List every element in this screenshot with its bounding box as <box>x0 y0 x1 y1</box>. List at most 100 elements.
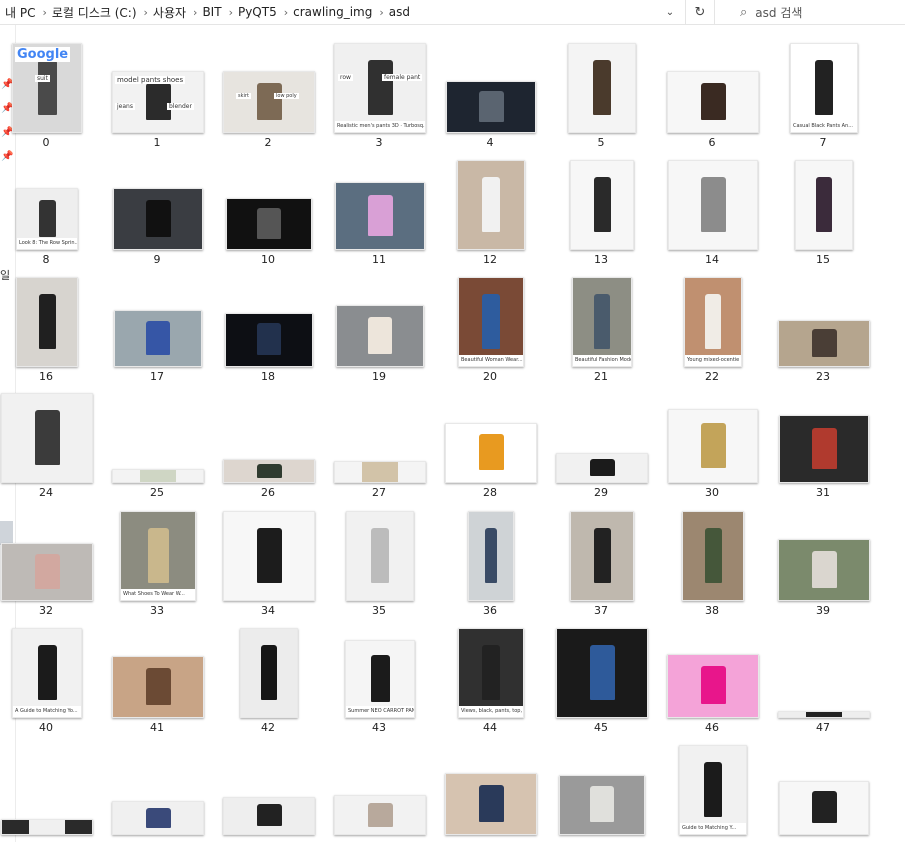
breadcrumb-item[interactable]: 내 PC <box>5 4 35 21</box>
file-name-label[interactable]: 5 <box>550 136 652 149</box>
file-name-label[interactable]: 41 <box>106 721 208 734</box>
breadcrumb-item[interactable]: asd <box>389 5 410 19</box>
file-item[interactable]: Beautiful Fashion Mode... 21 <box>550 277 652 395</box>
file-item[interactable]: 46 <box>661 628 763 746</box>
file-name-label[interactable]: 30 <box>661 486 763 499</box>
file-name-label[interactable]: 38 <box>661 604 763 617</box>
file-item[interactable]: 10 <box>217 160 319 278</box>
file-item[interactable]: Look 8: The Row Sprin... 8 <box>0 160 97 278</box>
file-item[interactable]: 6 <box>661 43 763 161</box>
image-thumbnail[interactable]: model pants shoes jeans blender <box>112 71 204 133</box>
image-thumbnail[interactable] <box>570 160 634 250</box>
file-item[interactable] <box>0 745 97 863</box>
file-name-label[interactable]: 11 <box>328 253 430 266</box>
image-thumbnail[interactable] <box>113 188 203 250</box>
file-name-label[interactable]: 8 <box>0 253 97 266</box>
refresh-icon[interactable]: ↻ <box>685 0 715 24</box>
image-thumbnail[interactable]: Realistic men's pants 3D · Turbosq... row… <box>334 43 426 133</box>
file-name-label[interactable]: 15 <box>772 253 874 266</box>
image-thumbnail[interactable]: Casual Black Pants An... <box>790 43 858 133</box>
file-item[interactable]: 15 <box>772 160 874 278</box>
image-thumbnail[interactable] <box>223 797 315 835</box>
file-name-label[interactable]: 36 <box>439 604 541 617</box>
file-item[interactable]: 16 <box>0 277 97 395</box>
file-name-label[interactable]: 45 <box>550 721 652 734</box>
file-name-label[interactable]: 3 <box>328 136 430 149</box>
image-thumbnail[interactable] <box>795 160 853 250</box>
file-name-label[interactable]: 18 <box>217 370 319 383</box>
file-item[interactable]: 37 <box>550 511 652 629</box>
image-thumbnail[interactable] <box>568 43 636 133</box>
file-item[interactable]: 24 <box>0 393 97 511</box>
file-name-label[interactable]: 31 <box>772 486 874 499</box>
image-thumbnail[interactable] <box>336 305 424 367</box>
image-thumbnail[interactable] <box>112 656 204 718</box>
file-name-label[interactable]: 44 <box>439 721 541 734</box>
file-name-label[interactable]: 17 <box>106 370 208 383</box>
image-thumbnail[interactable]: Look 8: The Row Sprin... <box>16 188 78 250</box>
file-name-label[interactable]: 39 <box>772 604 874 617</box>
file-item[interactable]: model pants shoes jeans blender 1 <box>106 43 208 161</box>
file-item[interactable] <box>328 745 430 863</box>
file-item[interactable]: 25 <box>106 393 208 511</box>
file-name-label[interactable]: 27 <box>328 486 430 499</box>
file-name-label[interactable]: 28 <box>439 486 541 499</box>
file-name-label[interactable]: 24 <box>0 486 97 499</box>
file-item[interactable]: Casual Black Pants An... 7 <box>772 43 874 161</box>
file-name-label[interactable]: 0 <box>0 136 97 149</box>
breadcrumb-item[interactable]: 사용자 <box>153 4 186 21</box>
file-item[interactable]: 45 <box>550 628 652 746</box>
file-item[interactable]: 5 <box>550 43 652 161</box>
image-thumbnail[interactable] <box>778 539 870 601</box>
search-box[interactable]: ⌕ asd 검색 <box>728 0 905 24</box>
image-thumbnail[interactable] <box>667 654 759 718</box>
image-thumbnail[interactable] <box>1 819 93 835</box>
file-item[interactable]: 35 <box>328 511 430 629</box>
image-thumbnail[interactable] <box>779 781 869 835</box>
file-name-label[interactable]: 25 <box>106 486 208 499</box>
file-name-label[interactable]: 40 <box>0 721 97 734</box>
image-thumbnail[interactable]: A Guide to Matching Yo... <box>12 628 82 718</box>
file-name-label[interactable]: 4 <box>439 136 541 149</box>
file-item[interactable]: 42 <box>217 628 319 746</box>
file-name-label[interactable]: 20 <box>439 370 541 383</box>
file-name-label[interactable]: 19 <box>328 370 430 383</box>
file-name-label[interactable]: 6 <box>661 136 763 149</box>
file-name-label[interactable]: 12 <box>439 253 541 266</box>
file-name-label[interactable]: 35 <box>328 604 430 617</box>
file-name-label[interactable]: 33 <box>106 604 208 617</box>
file-item[interactable]: What Shoes To Wear W... 33 <box>106 511 208 629</box>
image-thumbnail[interactable] <box>556 628 648 718</box>
file-name-label[interactable]: 1 <box>106 136 208 149</box>
image-thumbnail[interactable] <box>112 801 204 835</box>
file-item[interactable]: 23 <box>772 277 874 395</box>
image-thumbnail[interactable] <box>16 277 78 367</box>
image-thumbnail[interactable] <box>223 511 315 601</box>
image-thumbnail[interactable]: Google suit <box>12 43 82 133</box>
image-thumbnail[interactable] <box>556 453 648 483</box>
breadcrumb-item[interactable]: BIT <box>202 5 221 19</box>
file-item[interactable] <box>550 745 652 863</box>
image-thumbnail[interactable]: What Shoes To Wear W... <box>120 511 196 601</box>
image-thumbnail[interactable] <box>445 773 537 835</box>
image-thumbnail[interactable] <box>778 320 870 367</box>
image-thumbnail[interactable] <box>682 511 744 601</box>
file-item[interactable]: 12 <box>439 160 541 278</box>
file-name-label[interactable]: 46 <box>661 721 763 734</box>
image-thumbnail[interactable] <box>334 795 426 835</box>
image-thumbnail[interactable]: Beautiful Woman Wear... <box>458 277 524 367</box>
file-name-label[interactable]: 23 <box>772 370 874 383</box>
file-item[interactable]: skirt low poly 2 <box>217 43 319 161</box>
file-item[interactable]: 9 <box>106 160 208 278</box>
file-item[interactable]: 30 <box>661 393 763 511</box>
file-item[interactable]: 28 <box>439 393 541 511</box>
file-item[interactable]: 29 <box>550 393 652 511</box>
image-thumbnail[interactable] <box>1 393 93 483</box>
file-name-label[interactable]: 16 <box>0 370 97 383</box>
file-item[interactable]: 18 <box>217 277 319 395</box>
image-thumbnail[interactable] <box>668 160 758 250</box>
file-name-label[interactable]: 47 <box>772 721 874 734</box>
file-item[interactable]: 39 <box>772 511 874 629</box>
breadcrumb-item[interactable]: 로컬 디스크 (C:) <box>52 4 137 21</box>
image-thumbnail[interactable] <box>240 628 298 718</box>
